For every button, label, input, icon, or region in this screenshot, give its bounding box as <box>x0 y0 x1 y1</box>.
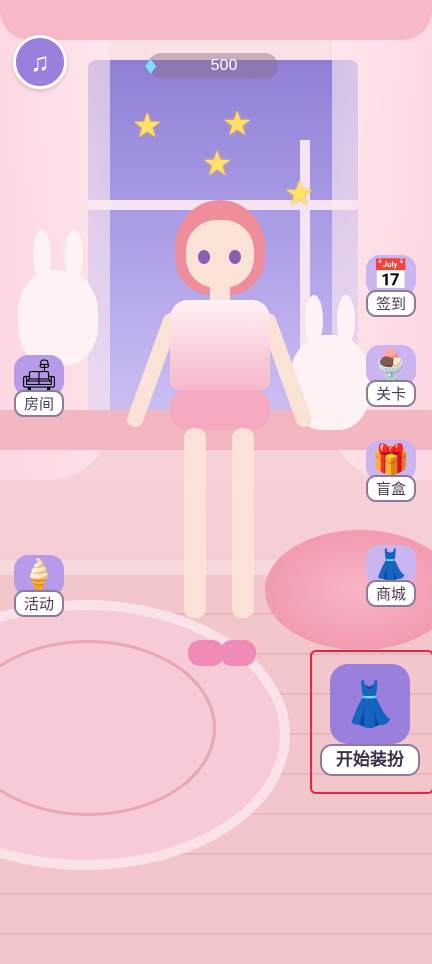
start-dressup-label: 开始装扮 <box>320 744 420 776</box>
star-icon: ★ <box>132 107 163 145</box>
star-icon: ★ <box>202 145 233 183</box>
room-button[interactable]: 🛋 房间 <box>8 355 70 417</box>
character-top <box>170 300 270 390</box>
gem-count: 500 <box>210 57 238 74</box>
bunny-ear <box>65 230 83 280</box>
activity-label: 活动 <box>13 590 64 617</box>
character-face <box>186 220 254 288</box>
character-leg <box>232 428 254 618</box>
sign-in-label: 签到 <box>365 290 416 317</box>
room-label: 房间 <box>13 390 64 417</box>
star-icon: ★ <box>222 105 253 143</box>
player-character <box>120 200 320 670</box>
blind-box-label: 盲盒 <box>365 475 416 502</box>
level-button[interactable]: 🍨 关卡 <box>360 345 422 407</box>
shop-button[interactable]: 👗 商城 <box>360 545 422 607</box>
diamond-icon: ♦ <box>144 50 158 80</box>
music-toggle-button[interactable]: ♫ <box>13 35 67 89</box>
bunny-plush-left <box>18 230 98 365</box>
dress-globe-icon: 👗 <box>330 664 410 744</box>
character-shoe <box>220 640 256 666</box>
level-label: 关卡 <box>365 380 416 407</box>
music-note-icon: ♫ <box>30 46 50 77</box>
character-shoe <box>188 640 224 666</box>
sign-in-button[interactable]: 📅 签到 <box>360 255 422 317</box>
shop-label: 商城 <box>365 580 416 607</box>
character-eye <box>198 250 210 264</box>
character-shorts <box>170 390 270 430</box>
bunny-ear <box>337 295 355 345</box>
bunny-ear <box>33 230 51 280</box>
curtain-valance <box>0 0 432 40</box>
start-dressup-button[interactable]: 👗 开始装扮 <box>310 650 432 794</box>
character-eye <box>229 250 241 264</box>
activity-button[interactable]: 🍦 活动 <box>8 555 70 617</box>
blind-box-button[interactable]: 🎁 盲盒 <box>360 440 422 502</box>
character-leg <box>184 428 206 618</box>
